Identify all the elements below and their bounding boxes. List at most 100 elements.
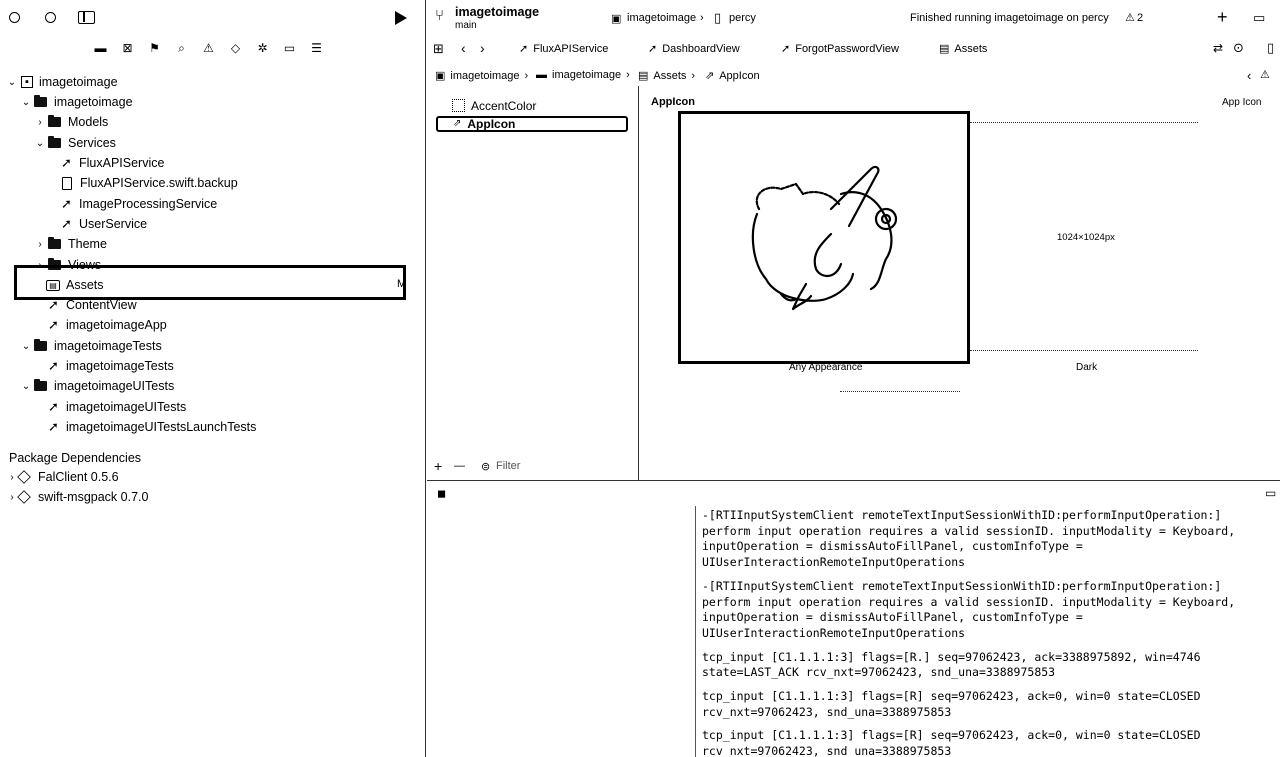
refresh-icon[interactable]: ⇄ <box>1213 41 1223 55</box>
run-button-icon[interactable] <box>395 11 407 25</box>
breadcrumb-folder[interactable]: ▬ imagetoimage › <box>536 69 630 81</box>
placeholder-dotted-line <box>840 391 960 392</box>
tree-label: UserService <box>79 217 148 231</box>
tree-row-project[interactable]: ⌄ ▪ imagetoimage <box>6 72 118 92</box>
breadcrumb-project[interactable]: ▣ imagetoimage › <box>435 69 529 83</box>
add-asset-button[interactable]: + <box>434 458 442 474</box>
tab-assets[interactable]: ▤ Assets <box>939 42 987 56</box>
console-output[interactable]: -[RTIInputSystemClient remoteTextInputSe… <box>695 506 1280 757</box>
tree-row-folder[interactable]: ⌄ imagetoimageTests <box>20 336 162 356</box>
more-options-icon[interactable]: ⊙ <box>1233 40 1244 56</box>
window-toolbar: ⑂ imagetoimage main ▣ imagetoimage › ▯ p… <box>427 0 1280 36</box>
chevron-right-icon: › <box>626 69 630 81</box>
tab-fluxapiservice[interactable]: ➚ FluxAPIService <box>519 42 608 56</box>
breadcrumb-assets[interactable]: ▤ Assets › <box>638 69 695 83</box>
tree-row-file[interactable]: ➚ imagetoimageApp <box>47 315 167 335</box>
chevron-left-icon[interactable]: ‹ <box>1247 68 1251 83</box>
tree-row-package[interactable]: › FalClient 0.5.6 <box>6 467 118 487</box>
breakpoint-icon[interactable]: ▭ <box>281 41 298 55</box>
tree-row-file[interactable]: ➚ imagetoimageUITestsLaunchTests <box>47 417 256 437</box>
debug-toggle-icon[interactable]: ◼ <box>437 487 446 500</box>
test-icon[interactable]: ◇ <box>227 41 244 55</box>
warning-icon[interactable]: ⚠ <box>1125 11 1135 24</box>
folder-icon[interactable]: ▬ <box>92 41 109 55</box>
chevron-down-icon[interactable]: ⌄ <box>20 381 32 392</box>
close-window-icon[interactable] <box>9 12 20 23</box>
swift-icon: ➚ <box>61 155 72 170</box>
folder-icon <box>48 136 61 148</box>
back-icon[interactable]: ‹ <box>461 40 466 56</box>
tab-forgotpasswordview[interactable]: ➚ ForgotPasswordView <box>781 42 899 56</box>
chevron-down-icon[interactable]: ⌄ <box>6 77 18 88</box>
sidebar-toggle-icon[interactable] <box>78 11 95 24</box>
report-icon[interactable]: ☰ <box>308 41 325 55</box>
console-log-entry: -[RTIInputSystemClient remoteTextInputSe… <box>702 578 1236 640</box>
app-icon-well-any[interactable] <box>678 111 970 364</box>
chevron-right-icon[interactable]: › <box>6 492 18 503</box>
stop-icon[interactable] <box>45 12 56 23</box>
filter-field[interactable]: Filter <box>496 460 520 472</box>
scheme-target[interactable]: imagetoimage <box>627 12 696 24</box>
project-navigator: ▬ ⊠ ⚑ ⌕ ⚠ ◇ ✲ ▭ ☰ ⌄ ▪ imagetoimage ⌄ ima… <box>0 0 426 757</box>
dark-appearance-label: Dark <box>1076 362 1098 373</box>
tree-row-file[interactable]: FluxAPIService.swift.backup <box>60 173 238 193</box>
warning-count[interactable]: 2 <box>1137 12 1143 24</box>
chevron-down-icon[interactable]: ⌄ <box>20 97 32 108</box>
add-icon[interactable]: + <box>1217 7 1228 28</box>
tree-row-folder[interactable]: ⌄ imagetoimageUITests <box>20 376 174 396</box>
chevron-down-icon[interactable]: ⌄ <box>34 138 46 149</box>
scheme-title[interactable]: imagetoimage <box>455 5 539 19</box>
tree-row-folder[interactable]: › Theme <box>34 234 107 254</box>
warning-icon[interactable]: ⚠ <box>200 41 217 55</box>
tree-row-file[interactable]: ➚ imagetoimageUITests <box>47 397 186 417</box>
icon-size-label: 1024×1024px <box>1057 232 1115 243</box>
tree-row-file[interactable]: ➚ ContentView <box>47 295 137 315</box>
breadcrumb-label: imagetoimage <box>552 69 622 81</box>
chevron-right-icon: › <box>524 69 529 82</box>
tree-label: imagetoimageUITests <box>54 379 175 393</box>
tab-label: ForgotPasswordView <box>795 42 899 55</box>
swift-icon: ➚ <box>48 419 59 434</box>
breadcrumb-label: Assets <box>653 69 687 82</box>
asset-item-accentcolor[interactable]: AccentColor <box>437 97 536 114</box>
tree-row-folder[interactable]: › Models <box>34 112 108 132</box>
chevron-right-icon[interactable]: › <box>34 117 46 128</box>
tree-row-file[interactable]: ➚ imagetoimageTests <box>47 356 174 376</box>
window-toolbar-left <box>0 0 426 36</box>
chevron-down-icon[interactable]: ⌄ <box>20 341 32 352</box>
inspector-toggle-icon[interactable]: ▭ <box>1253 10 1265 26</box>
package-icon <box>17 490 31 504</box>
device-name[interactable]: percy <box>729 12 756 24</box>
forward-icon[interactable]: › <box>480 40 485 56</box>
asset-item-appicon[interactable]: ⇗ AppIcon <box>437 115 515 132</box>
chevron-right-icon[interactable]: › <box>34 239 46 250</box>
search-icon[interactable]: ⌕ <box>173 41 190 55</box>
remove-asset-button[interactable]: — <box>454 460 465 472</box>
debug-icon[interactable]: ✲ <box>254 41 271 55</box>
tree-row-folder[interactable]: ⌄ Services <box>34 133 116 153</box>
tab-dashboardview[interactable]: ➚ DashboardView <box>648 42 740 56</box>
console-log-entry: -[RTIInputSystemClient remoteTextInputSe… <box>702 508 1236 570</box>
folder-icon: ▬ <box>536 69 547 81</box>
tree-label: imagetoimageTests <box>54 339 162 353</box>
filter-icon: ⊜ <box>481 461 491 473</box>
tree-row-folder[interactable]: ⌄ imagetoimage <box>20 92 133 112</box>
device-phone-icon: ▯ <box>714 10 722 25</box>
tree-row-file[interactable]: ➚ FluxAPIService <box>60 153 164 173</box>
tree-row-file[interactable]: ➚ ImageProcessingService <box>60 194 217 214</box>
grid-icon[interactable]: ⊞ <box>433 41 444 57</box>
bookmark-icon[interactable]: ⚑ <box>146 41 163 55</box>
chevron-right-icon: › <box>700 12 704 24</box>
branch-name: main <box>455 20 477 31</box>
tree-row-package[interactable]: › swift-msgpack 0.7.0 <box>6 487 148 507</box>
console-layout-icon[interactable]: ▭ <box>1265 486 1276 500</box>
split-editor-icon[interactable]: ▯ <box>1267 40 1274 56</box>
folder-icon <box>34 379 47 391</box>
tree-row-file[interactable]: ➚ UserService <box>60 214 147 234</box>
chevron-right-icon[interactable]: › <box>6 472 18 483</box>
swift-icon: ➚ <box>48 317 59 332</box>
warning-icon[interactable]: ⚠ <box>1260 68 1270 81</box>
source-control-icon[interactable]: ⊠ <box>119 41 136 55</box>
asset-editor: AppIcon App Icon 1024×1024px Any Appeara… <box>640 86 1280 480</box>
breadcrumb-appicon[interactable]: ⇗ AppIcon <box>705 69 760 83</box>
